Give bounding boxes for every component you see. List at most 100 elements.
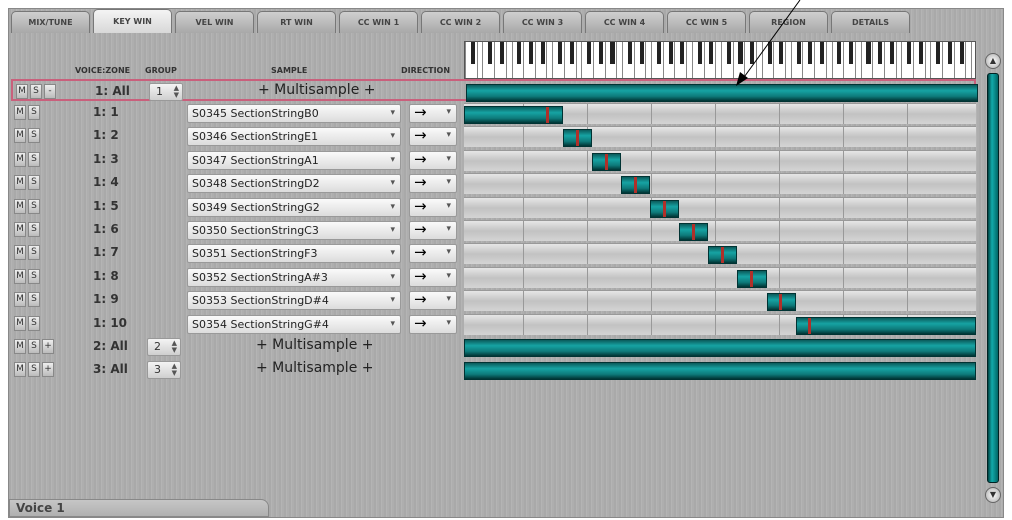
mute-button[interactable]: M <box>14 292 26 308</box>
black-key[interactable] <box>529 42 534 65</box>
solo-button[interactable]: S <box>28 362 40 377</box>
root-key-marker[interactable] <box>750 270 754 287</box>
white-key[interactable] <box>854 42 856 78</box>
mute-button[interactable]: M <box>14 151 26 167</box>
white-key[interactable] <box>744 42 746 78</box>
key-range-lane[interactable] <box>464 220 976 241</box>
key-range-bar[interactable] <box>464 339 976 357</box>
black-key[interactable] <box>750 42 755 65</box>
white-key[interactable] <box>790 42 792 78</box>
white-key[interactable] <box>942 42 944 78</box>
white-key[interactable] <box>872 42 874 78</box>
white-key[interactable] <box>593 42 594 78</box>
root-key-marker[interactable] <box>604 153 608 170</box>
vertical-scrollbar[interactable]: ▲ ▼ <box>985 53 1002 511</box>
voice-row[interactable]: M S - 1: All 1 ▲ ▼ + Multisample + <box>11 79 978 103</box>
tab-vel-win[interactable]: VEL WIN <box>175 11 254 33</box>
key-range-bar[interactable] <box>621 176 651 195</box>
key-range-lane[interactable] <box>464 103 976 124</box>
spinner-icon[interactable]: ▲ ▼ <box>174 85 179 99</box>
mute-button[interactable]: M <box>14 198 26 214</box>
black-key[interactable] <box>697 42 702 65</box>
white-key[interactable] <box>534 42 536 78</box>
white-key[interactable] <box>691 42 693 78</box>
white-key[interactable] <box>616 42 618 78</box>
white-key[interactable] <box>575 42 577 78</box>
white-key[interactable] <box>971 42 973 78</box>
root-key-marker[interactable] <box>691 224 695 240</box>
white-key[interactable] <box>913 42 914 78</box>
white-key[interactable] <box>505 42 507 78</box>
sample-select[interactable]: S0345 SectionStringB0 ▾ <box>187 104 401 123</box>
zone-row[interactable]: M S 1: 2 S0346 SectionStringE1 ▾ → ▾ <box>11 125 976 148</box>
mute-button[interactable]: M <box>16 84 28 99</box>
scroll-thumb[interactable] <box>987 73 999 483</box>
black-key[interactable] <box>488 42 493 65</box>
solo-button[interactable]: S <box>30 84 42 99</box>
white-key[interactable] <box>686 42 688 78</box>
black-key[interactable] <box>680 42 685 65</box>
mute-button[interactable]: M <box>14 245 26 261</box>
black-key[interactable] <box>947 42 952 65</box>
voice-row[interactable]: M S +3: All 3 ▲ ▼ + Multisample + <box>11 359 976 381</box>
white-key[interactable] <box>773 42 775 78</box>
tab-cc-win-3[interactable]: CC WIN 3 <box>503 11 582 33</box>
direction-select[interactable]: → ▾ <box>409 291 457 311</box>
black-key[interactable] <box>808 42 813 65</box>
white-key[interactable] <box>662 42 664 78</box>
white-key[interactable] <box>622 42 624 78</box>
white-key[interactable] <box>721 42 722 78</box>
black-key[interactable] <box>796 42 801 65</box>
black-key[interactable] <box>598 42 603 65</box>
zone-row[interactable]: M S 1: 3 S0347 SectionStringA1 ▾ → ▾ <box>11 149 976 171</box>
black-key[interactable] <box>709 42 714 65</box>
root-key-marker[interactable] <box>575 130 579 147</box>
white-key[interactable] <box>732 42 734 78</box>
white-key[interactable] <box>715 42 717 78</box>
solo-button[interactable]: S <box>28 198 40 214</box>
key-range-lane[interactable] <box>464 149 976 171</box>
zone-row[interactable]: M S 1: 10 S0354 SectionStringG#4 ▾ → ▾ <box>11 313 976 335</box>
solo-button[interactable]: S <box>28 339 40 354</box>
key-range-bar[interactable] <box>766 293 796 312</box>
key-range-lane[interactable] <box>464 173 976 195</box>
tab-cc-win-2[interactable]: CC WIN 2 <box>421 11 500 33</box>
solo-button[interactable]: S <box>28 222 40 237</box>
sample-select[interactable]: S0354 SectionStringG#4 ▾ <box>187 314 401 334</box>
scroll-down-icon[interactable]: ▼ <box>985 487 1001 503</box>
black-key[interactable] <box>726 42 731 65</box>
black-key[interactable] <box>819 42 824 65</box>
key-range-bar[interactable] <box>737 269 767 288</box>
mute-button[interactable]: M <box>14 175 26 191</box>
white-key[interactable] <box>651 42 653 78</box>
white-key[interactable] <box>843 42 845 78</box>
key-range-bar[interactable] <box>679 223 709 241</box>
piano-keyboard[interactable] <box>464 41 976 79</box>
key-range-bar[interactable] <box>795 316 976 335</box>
solo-button[interactable]: S <box>28 175 40 191</box>
white-key[interactable] <box>755 42 757 78</box>
mute-button[interactable]: M <box>14 315 26 331</box>
mute-button[interactable]: M <box>14 128 26 144</box>
direction-select[interactable]: → ▾ <box>409 267 457 287</box>
white-key[interactable] <box>465 42 466 78</box>
root-key-marker[interactable] <box>808 317 812 334</box>
zone-row[interactable]: M S 1: 8 S0352 SectionStringA#3 ▾ → ▾ <box>11 266 976 288</box>
white-key[interactable] <box>825 42 827 78</box>
group-stepper[interactable]: 2 ▲ ▼ <box>147 338 181 356</box>
white-key[interactable] <box>523 42 525 78</box>
solo-button[interactable]: S <box>28 105 40 120</box>
direction-select[interactable]: → ▾ <box>409 104 457 123</box>
black-key[interactable] <box>866 42 871 65</box>
white-key[interactable] <box>546 42 548 78</box>
sample-select[interactable]: S0346 SectionStringE1 ▾ <box>187 127 401 147</box>
key-range-lane[interactable] <box>466 82 978 103</box>
root-key-marker[interactable] <box>720 247 724 264</box>
black-key[interactable] <box>907 42 912 65</box>
sample-select[interactable]: S0348 SectionStringD2 ▾ <box>187 174 401 194</box>
black-key[interactable] <box>569 42 574 65</box>
white-key[interactable] <box>511 42 513 78</box>
direction-select[interactable]: → ▾ <box>409 197 457 217</box>
white-key[interactable] <box>930 42 932 78</box>
tab-region[interactable]: REGION <box>749 11 828 33</box>
